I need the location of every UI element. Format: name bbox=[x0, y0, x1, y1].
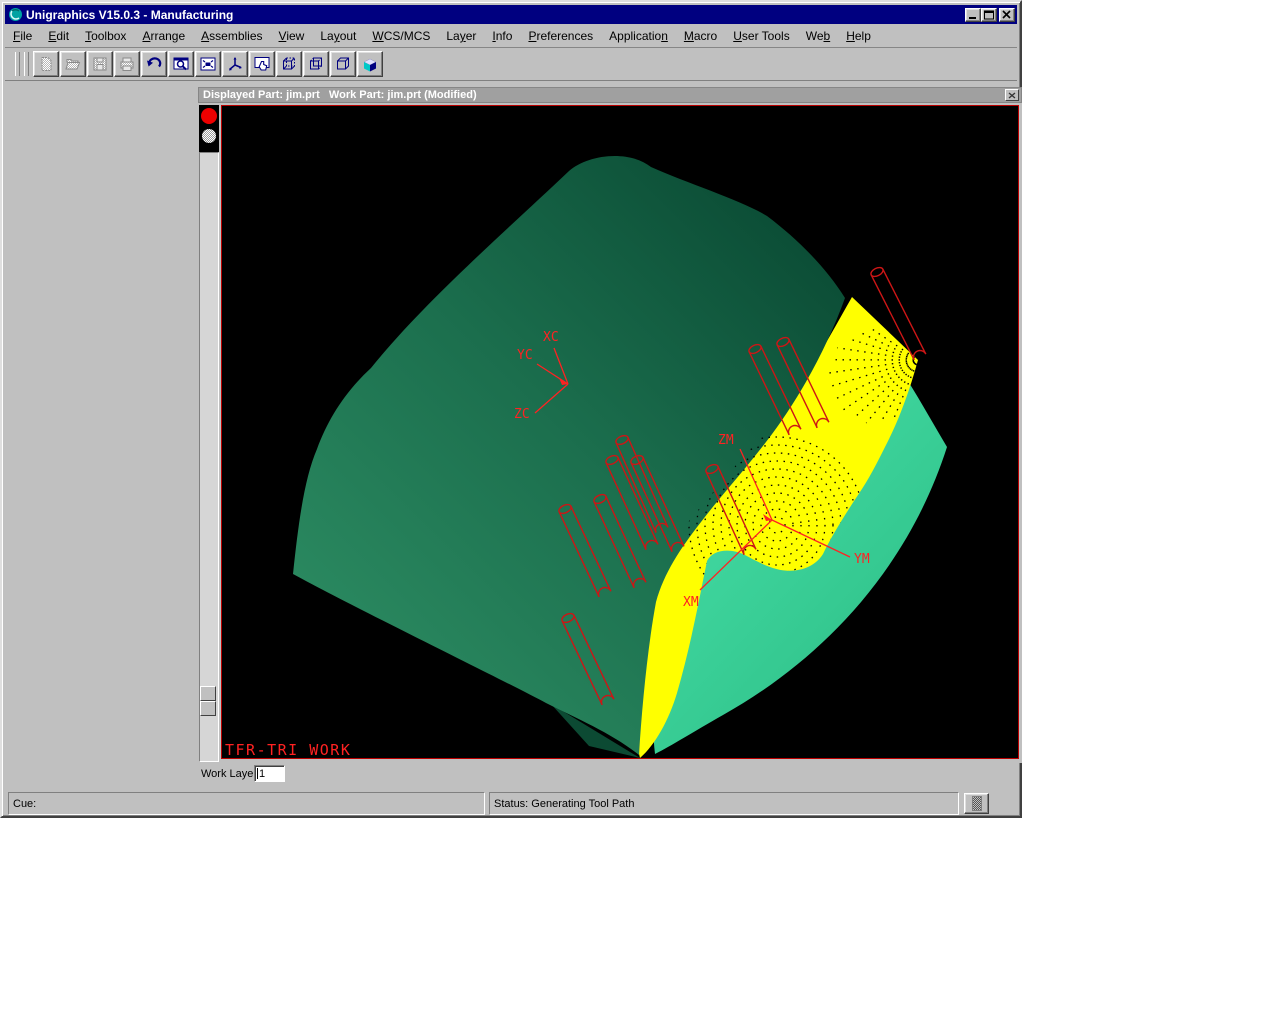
status-scroll-icon bbox=[972, 796, 982, 811]
maximize-button[interactable] bbox=[981, 8, 997, 22]
viewport-scrollbar[interactable] bbox=[199, 152, 219, 762]
mcs-triad-label-zm: ZM bbox=[718, 433, 734, 448]
cue-line: Cue: bbox=[8, 792, 485, 815]
close-icon bbox=[1003, 11, 1010, 18]
mcs-triad-label-ym: YM bbox=[854, 552, 870, 567]
csys-triad-icon bbox=[227, 56, 243, 72]
menu-view[interactable]: View bbox=[271, 27, 313, 45]
menu-layout[interactable]: Layout bbox=[312, 27, 364, 45]
close-icon bbox=[1009, 93, 1015, 98]
print-icon bbox=[119, 56, 135, 72]
work-layer-label: Work Layer bbox=[201, 768, 257, 780]
wcs-triad-label-yc: YC bbox=[517, 348, 533, 363]
wcs-triad-label-xc: XC bbox=[543, 330, 559, 345]
wireframe-display-2-icon bbox=[308, 56, 324, 72]
toolbar-grip[interactable] bbox=[15, 52, 20, 76]
mcs-triad-label-xm: XM bbox=[683, 595, 699, 610]
save-part-icon bbox=[92, 56, 108, 72]
wireframe-display-2-button[interactable] bbox=[303, 51, 329, 77]
interrupt-lights bbox=[199, 105, 219, 152]
idle-light-icon bbox=[202, 129, 216, 143]
menu-file[interactable]: File bbox=[5, 27, 40, 45]
menu-edit[interactable]: Edit bbox=[40, 27, 77, 45]
fit-view-icon bbox=[200, 56, 216, 72]
stop-light-button[interactable] bbox=[201, 108, 217, 124]
menu-assemblies[interactable]: Assemblies bbox=[193, 27, 270, 45]
menu-layer[interactable]: Layer bbox=[438, 27, 484, 45]
toolbar bbox=[5, 48, 1017, 81]
shaded-display-button[interactable] bbox=[357, 51, 383, 77]
menu-toolbox[interactable]: Toolbox bbox=[77, 27, 134, 45]
status-scroll-button[interactable] bbox=[964, 793, 989, 814]
save-part-button bbox=[87, 51, 113, 77]
csys-triad-button[interactable] bbox=[222, 51, 248, 77]
fit-view-button[interactable] bbox=[195, 51, 221, 77]
zoom-examine-button[interactable] bbox=[168, 51, 194, 77]
menu-wcs-mcs[interactable]: WCS/MCS bbox=[364, 27, 438, 45]
menu-macro[interactable]: Macro bbox=[676, 27, 725, 45]
machining-scene: XC YC ZC ZM XM YM TFR-TRI WORK bbox=[221, 105, 1019, 759]
toolbar-grip[interactable] bbox=[24, 52, 29, 76]
zoom-examine-icon bbox=[173, 56, 189, 72]
scrollbar-thumb[interactable] bbox=[200, 686, 216, 716]
screen-select-button[interactable] bbox=[249, 51, 275, 77]
viewport[interactable]: XC YC ZC ZM XM YM TFR-TRI WORK bbox=[221, 105, 1019, 759]
close-button[interactable] bbox=[999, 8, 1015, 22]
menu-application[interactable]: Application bbox=[601, 27, 676, 45]
menu-web[interactable]: Web bbox=[798, 27, 838, 45]
graphics-window-close-button[interactable] bbox=[1005, 89, 1019, 101]
window-title: Unigraphics V15.0.3 - Manufacturing bbox=[26, 8, 965, 22]
wireframe-display-1-icon bbox=[281, 56, 297, 72]
new-part-icon bbox=[38, 56, 54, 72]
wireframe-display-1-button[interactable] bbox=[276, 51, 302, 77]
undo-button[interactable] bbox=[141, 51, 167, 77]
wireframe-display-3-icon bbox=[335, 56, 351, 72]
menu-user-tools[interactable]: User Tools bbox=[725, 27, 797, 45]
graphics-window-title: Displayed Part: jim.prt Work Part: jim.p… bbox=[199, 89, 1005, 101]
minimize-button[interactable] bbox=[965, 8, 981, 22]
new-part-button bbox=[33, 51, 59, 77]
screen-select-icon bbox=[254, 56, 270, 72]
wcs-triad-label-zc: ZC bbox=[514, 407, 530, 422]
open-part-button bbox=[60, 51, 86, 77]
graphics-window: Displayed Part: jim.prt Work Part: jim.p… bbox=[198, 87, 1022, 763]
menu-preferences[interactable]: Preferences bbox=[520, 27, 601, 45]
text-caret bbox=[257, 768, 258, 779]
graphics-window-body: XC YC ZC ZM XM YM TFR-TRI WORK bbox=[198, 103, 1022, 763]
app-window: Unigraphics V15.0.3 - Manufacturing File… bbox=[0, 0, 1022, 818]
open-part-icon bbox=[65, 56, 81, 72]
unigraphics-logo-icon bbox=[8, 7, 23, 22]
menu-help[interactable]: Help bbox=[838, 27, 879, 45]
work-layer-input[interactable]: 1 bbox=[254, 765, 285, 782]
shaded-display-icon bbox=[362, 56, 378, 72]
graphics-window-side-strip bbox=[198, 103, 220, 763]
undo-icon bbox=[146, 56, 162, 72]
titlebar: Unigraphics V15.0.3 - Manufacturing bbox=[5, 5, 1017, 24]
wireframe-display-3-button[interactable] bbox=[330, 51, 356, 77]
status-line: Status: Generating Tool Path bbox=[489, 792, 959, 815]
print-button bbox=[114, 51, 140, 77]
menu-arrange[interactable]: Arrange bbox=[134, 27, 193, 45]
minimize-icon bbox=[969, 17, 976, 19]
menubar: FileEditToolboxArrangeAssembliesViewLayo… bbox=[5, 25, 1017, 48]
view-annotation: TFR-TRI WORK bbox=[225, 741, 351, 759]
menu-info[interactable]: Info bbox=[484, 27, 520, 45]
graphics-window-titlebar[interactable]: Displayed Part: jim.prt Work Part: jim.p… bbox=[198, 87, 1022, 103]
